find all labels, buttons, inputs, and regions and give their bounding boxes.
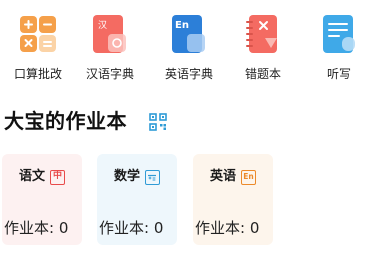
english-subject-icon: En [241,169,256,185]
calculator-icon [20,16,56,52]
subject-label: 英语 [209,169,236,184]
homework-count: 作业本: 0 [4,219,69,237]
tool-label: 口算批改 [13,67,62,81]
card-subject: 英语 En [193,168,273,187]
dictionary-glyph: 汉 [98,20,107,31]
tool-label: 汉语字典 [85,67,134,81]
homework-count: 作业本: 0 [99,219,164,237]
tool-chinese-dictionary[interactable]: 汉 汉语字典 [72,0,148,90]
homework-card-chinese[interactable]: 语文中 作业本: 0 [2,154,82,245]
card-subject: 数学 [97,168,177,187]
calculator-subject-icon [145,169,160,185]
homework-card-english[interactable]: 英语 En 作业本: 0 [193,154,273,245]
qr-code-icon[interactable] [149,113,167,131]
chinese-subject-icon: 中 [50,169,65,185]
tool-label: 英语字典 [164,67,213,81]
subject-label: 语文 [18,169,45,184]
homework-count: 作业本: 0 [195,219,260,237]
tool-oral-math-check[interactable]: 口算批改 [0,0,76,90]
english-dictionary-icon: En [172,15,205,53]
tool-mistake-notebook[interactable]: 错题本 [225,0,301,90]
dictionary-glyph: En [175,20,189,31]
card-subject: 语文中 [2,168,82,187]
dictation-icon [323,15,355,53]
tool-english-dictionary[interactable]: En 英语字典 [151,0,227,90]
homework-card-math[interactable]: 数学 作业本: 0 [97,154,177,245]
tool-label: 听写 [326,67,351,81]
tool-label: 错题本 [244,67,281,81]
mistake-notebook-icon [246,15,277,53]
tool-dictation[interactable]: 听写 [301,0,371,90]
tool-bar: 口算批改 汉 汉语字典 En 英语字典 错题本 听写 [0,0,371,90]
chinese-dictionary-icon: 汉 [93,15,126,53]
homework-section-title: 大宝的作业本 [4,109,127,133]
subject-label: 数学 [113,169,140,184]
